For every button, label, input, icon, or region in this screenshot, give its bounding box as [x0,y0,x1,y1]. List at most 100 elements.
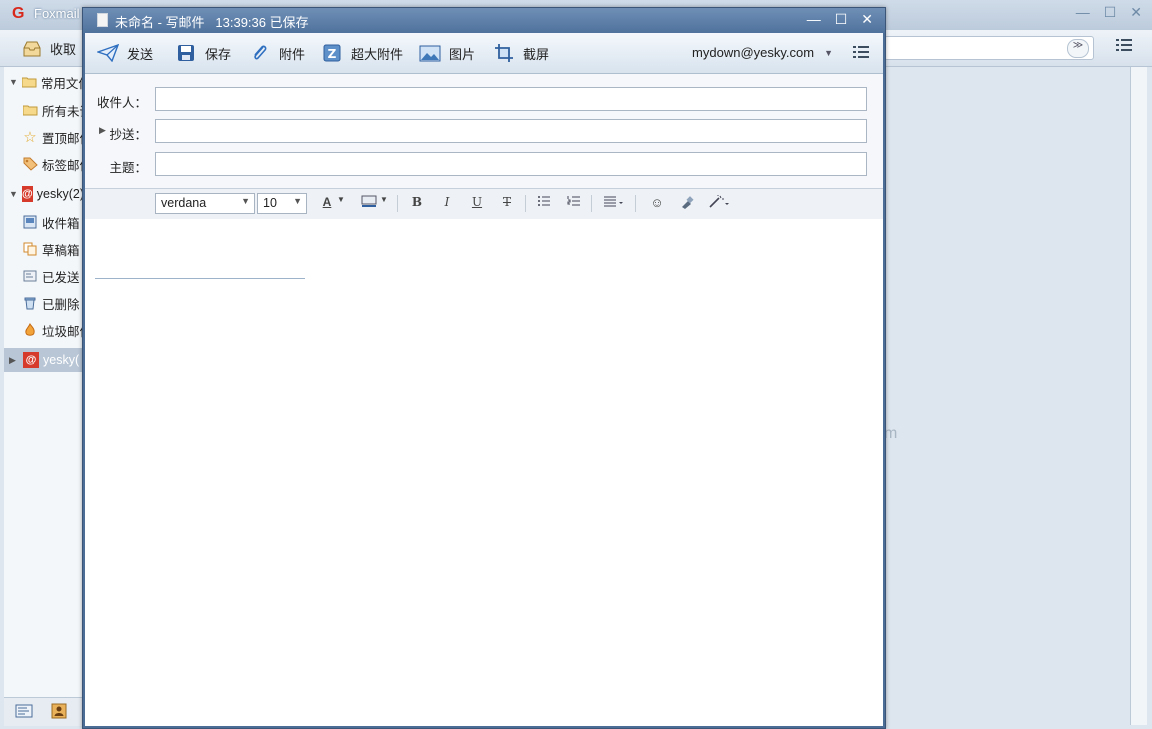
tag-icon [22,156,38,172]
minimize-icon[interactable]: — [807,11,821,28]
app-title: Foxmail [34,6,80,21]
minimize-icon[interactable]: — [1076,4,1090,21]
expand-arrow-icon[interactable]: ▶ [9,355,19,366]
italic-button[interactable]: I [437,195,457,213]
paperclip-icon [249,43,271,63]
document-icon [97,13,108,27]
chevron-down-icon: ▼ [824,47,833,58]
compose-toolbar: 发送 保存 附件 Z 超大附件 图片 截屏 mydown@yesky.com ▼ [85,33,883,74]
at-account-icon: @ [21,186,33,202]
big-attachment-icon: Z [321,43,343,63]
sidebar-item-common-folders[interactable]: ▼ 常用文件夹 [4,70,84,94]
inbox-tray-icon [23,41,41,56]
save-disk-icon [175,43,197,63]
junk-icon [22,322,38,338]
bullet-list-icon[interactable] [534,195,554,213]
collapse-arrow-icon[interactable]: ▼ [9,77,18,87]
sidebar-bottom-bar [4,697,84,726]
sidebar-item-label: 已发送 [42,270,80,285]
message-headers: 收件人： ▶ 抄送： 主题： [85,74,883,188]
main-window-controls: — ☐ ✕ [1076,4,1142,21]
compose-window-controls: — ☐ ✕ [807,11,873,28]
search-options-icon[interactable]: ≫ [1067,39,1089,58]
highlight-color-icon[interactable] [359,195,379,213]
chevron-down-icon: ▼ [241,196,250,206]
compose-menu-icon[interactable] [853,45,869,59]
screenshot-label: 截屏 [523,46,550,62]
strikethrough-button[interactable]: T [497,195,517,213]
bold-button[interactable]: B [407,195,427,213]
big-attachment-label: 超大附件 [351,46,404,62]
contacts-icon[interactable] [51,703,67,719]
compose-window: 未命名 - 写邮件 13:39:36 已保存 — ☐ ✕ 发送 保存 附件 Z … [82,7,886,729]
account-email: mydown@yesky.com [692,45,815,60]
close-icon[interactable]: ✕ [1130,4,1142,21]
separator [635,195,636,212]
expand-cc-arrow-icon[interactable]: ▶ [99,125,106,136]
foxmail-logo-icon: G [12,5,25,22]
maximize-icon[interactable]: ☐ [1104,4,1117,21]
svg-text:Z: Z [328,47,337,61]
send-label: 发送 [127,46,154,62]
sidebar-item-account-yesky[interactable]: ▼ @ yesky(2) [4,182,84,206]
signature-divider [95,278,305,279]
magic-wand-icon[interactable] [707,195,733,213]
drafts-icon [22,241,38,257]
maximize-icon[interactable]: ☐ [835,11,848,28]
attach-label: 附件 [279,46,306,62]
font-color-icon[interactable]: A [317,195,337,213]
format-painter-icon[interactable] [677,195,697,213]
close-icon[interactable]: ✕ [861,11,873,28]
save-button[interactable]: 保存 [175,43,231,63]
font-family-select[interactable]: verdana ▼ [155,193,255,214]
attach-button[interactable]: 附件 [249,43,305,63]
separator [525,195,526,212]
sidebar-item-label: 草稿箱 [42,243,80,258]
mail-view-icon[interactable] [15,704,33,718]
align-icon[interactable] [601,195,627,213]
chevron-down-icon[interactable]: ▼ [336,195,346,213]
search-input[interactable]: ≫ [884,36,1094,60]
inbox-icon [22,214,38,230]
trash-icon [22,295,38,311]
sidebar-item-label: 常用文件夹 [40,76,84,91]
image-label: 图片 [449,46,476,62]
account-selector[interactable]: mydown@yesky.com ▼ [692,45,833,60]
cc-row: ▶ 抄送： [85,117,883,145]
to-row: 收件人： [85,85,883,113]
screenshot-button[interactable]: 截屏 [493,43,549,63]
big-attachment-button[interactable]: Z 超大附件 [321,43,403,63]
main-menu-icon[interactable] [1116,38,1132,52]
to-field[interactable] [155,87,867,111]
send-button[interactable]: 发送 [97,43,153,63]
underline-button[interactable]: U [467,195,487,213]
chevron-down-icon: ▼ [293,196,302,206]
sidebar-item-label: yesky( [43,353,80,367]
emoji-icon[interactable]: ☺ [647,195,667,213]
chevron-down-icon[interactable]: ▼ [379,195,389,213]
compose-title: 未命名 - 写邮件 13:39:36 已保存 [115,15,309,30]
sidebar-item-account-yesky-2[interactable]: ▶ @ yesky( [4,348,84,372]
receive-button[interactable]: 收取 [22,39,76,58]
sidebar-item-label: 收件箱 [42,216,80,231]
save-label: 保存 [205,46,232,62]
font-size-select[interactable]: 10 ▼ [257,193,307,214]
subject-label: 主题： [109,161,147,175]
message-body-editor[interactable] [85,219,883,726]
cc-field[interactable] [155,119,867,143]
cc-label: 抄送： [109,128,147,142]
main-scrollbar[interactable] [1130,67,1147,725]
subject-row: 主题： [85,150,883,178]
to-label: 收件人： [96,96,147,110]
collapse-arrow-icon[interactable]: ▼ [9,189,18,199]
subject-field[interactable] [155,152,867,176]
paper-plane-icon [97,43,119,63]
image-button[interactable]: 图片 [419,43,475,63]
compose-titlebar[interactable]: 未命名 - 写邮件 13:39:36 已保存 — ☐ ✕ [83,8,885,33]
sidebar-item-label: yesky(2) [36,187,84,201]
font-family-value: verdana [161,196,207,210]
numbered-list-icon[interactable] [564,195,584,213]
sidebar-item-label: 已删除 [42,297,80,312]
separator [591,195,592,212]
screenshot-crop-icon [493,43,515,63]
